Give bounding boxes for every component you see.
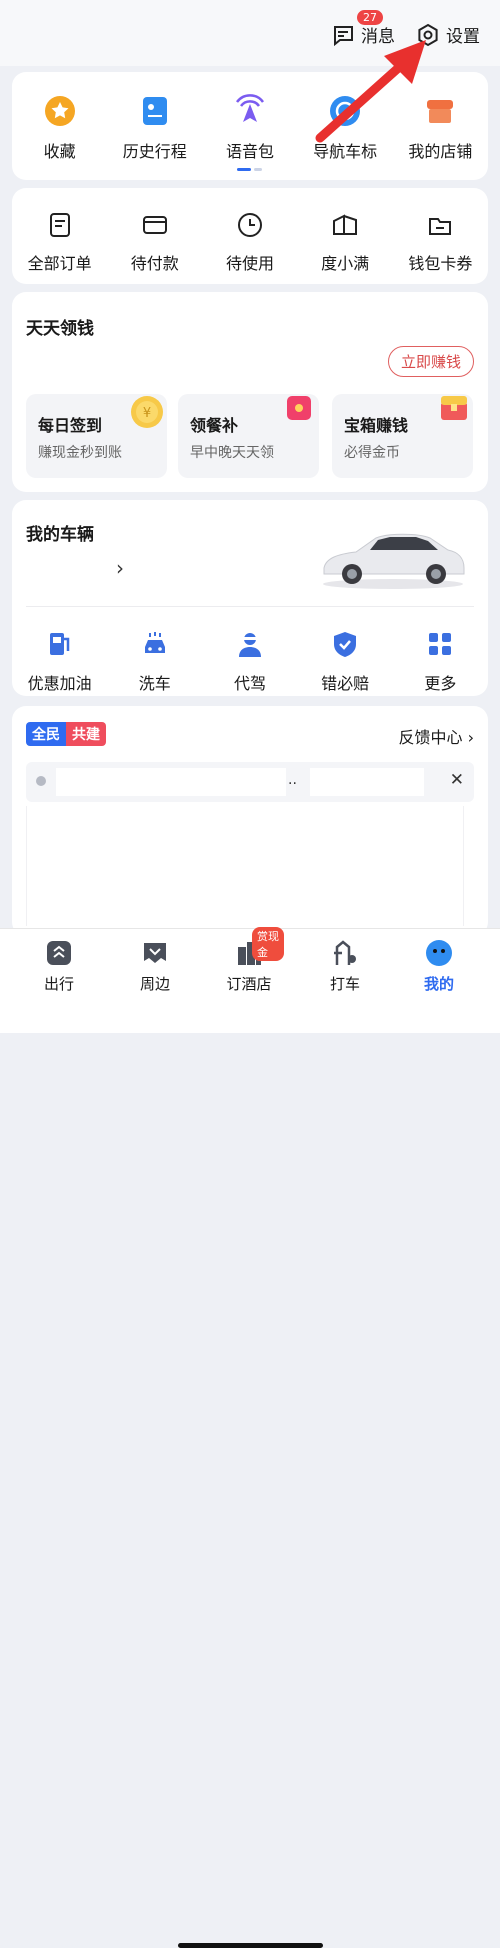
community-tag-left: 全民 [26, 722, 66, 746]
home-indicator [178, 1943, 323, 1948]
task-subtitle: 必得金币 [344, 445, 400, 461]
service-designated-driver[interactable]: 代驾 [202, 628, 297, 694]
vehicle-chevron-icon[interactable]: › [116, 556, 124, 580]
order-label: 待付款 [130, 254, 179, 273]
community-banner: .. ✕ [26, 762, 474, 802]
service-label: 更多 [424, 674, 457, 693]
tab-hotel[interactable]: 订酒店 赏现金 [214, 927, 284, 994]
service-car-wash[interactable]: 洗车 [107, 628, 202, 694]
service-compensation[interactable]: 错必赔 [298, 628, 393, 694]
annotation-arrow [315, 40, 426, 143]
task-meal-subsidy[interactable]: 领餐补 早中晚天天领 [178, 394, 319, 478]
coin-icon: ¥ [131, 396, 163, 428]
daily-earn-title: 天天领钱 [26, 319, 94, 339]
nearby-icon [144, 943, 166, 963]
task-subtitle: 早中晚天天领 [190, 445, 274, 461]
close-icon[interactable]: ✕ [450, 770, 464, 790]
grid-icon [429, 633, 452, 655]
order-duxiaoman[interactable]: 度小满 [298, 208, 393, 274]
order-pending-payment[interactable]: 待付款 [107, 208, 202, 274]
daily-earn-card: 天天领钱 立即赚钱 每日签到 赚现金秒到账 ¥ 领餐补 早中晚天天领 宝箱赚钱 … [12, 292, 488, 492]
order-all[interactable]: 全部订单 [12, 208, 107, 274]
task-daily-checkin[interactable]: 每日签到 赚现金秒到账 ¥ [26, 394, 167, 478]
vehicle-title: 我的车辆 [26, 525, 94, 545]
community-tag-right: 共建 [66, 722, 106, 746]
earn-now-button[interactable]: 立即赚钱 [387, 346, 474, 377]
task-title: 每日签到 [38, 416, 103, 435]
community-card: 全民 共建 反馈中心 › .. ✕ [12, 706, 488, 936]
tab-label: 我的 [423, 975, 454, 993]
shield-icon [334, 632, 357, 657]
order-label: 全部订单 [27, 254, 92, 273]
my-vehicle-card: 我的车辆 › 优惠加油 洗车 代驾 错必赔 更多 [12, 500, 488, 696]
banner-dots: .. [288, 772, 297, 788]
wallet-icon [333, 214, 358, 235]
svg-text:¥: ¥ [143, 406, 151, 421]
tab-label: 打车 [329, 975, 360, 993]
service-label: 代驾 [233, 674, 266, 693]
hotel-badge: 赏现金 [252, 927, 284, 961]
clock-icon [237, 213, 262, 237]
blurred-content [56, 768, 286, 796]
red-packet-icon [287, 396, 311, 420]
order-label: 钱包卡券 [408, 254, 473, 273]
fuel-icon [49, 633, 69, 655]
treasure-box-icon [441, 396, 467, 420]
task-treasure-box[interactable]: 宝箱赚钱 必得金币 [332, 394, 473, 478]
location-pin-icon [36, 776, 46, 786]
task-title: 领餐补 [190, 416, 239, 435]
card-icon [142, 216, 167, 234]
service-label: 优惠加油 [27, 674, 92, 693]
orders-card: 全部订单 待付款 待使用 度小满 钱包卡券 [12, 188, 488, 284]
travel-icon [47, 941, 71, 965]
taxi-icon [334, 940, 356, 965]
task-subtitle: 赚现金秒到账 [38, 445, 122, 461]
profile-icon [426, 940, 452, 966]
community-content [26, 806, 464, 926]
tab-label: 周边 [139, 975, 170, 993]
task-title: 宝箱赚钱 [344, 416, 409, 435]
tab-profile[interactable]: 我的 [404, 939, 474, 994]
order-wallet-coupons[interactable]: 钱包卡券 [393, 208, 488, 274]
order-to-use[interactable]: 待使用 [202, 208, 297, 274]
order-label: 待使用 [225, 254, 274, 273]
community-tag: 全民 共建 [26, 722, 106, 746]
tab-travel[interactable]: 出行 [24, 939, 94, 994]
tab-nearby[interactable]: 周边 [120, 939, 190, 994]
service-fuel[interactable]: 优惠加油 [12, 628, 107, 694]
driver-icon [238, 633, 261, 657]
service-more[interactable]: 更多 [393, 628, 488, 694]
tab-label: 出行 [43, 975, 74, 993]
purse-icon [429, 218, 452, 235]
bottom-tab-bar: 出行 周边 订酒店 赏现金 打车 我的 [0, 927, 500, 1948]
order-icon [49, 213, 70, 237]
car-image [323, 533, 465, 589]
blurred-content [310, 768, 424, 796]
tab-taxi[interactable]: 打车 [310, 939, 380, 994]
car-wash-icon [144, 632, 165, 653]
feedback-center-link[interactable]: 反馈中心 › [399, 724, 475, 748]
service-label: 洗车 [138, 674, 171, 693]
tab-label: 订酒店 [226, 975, 272, 993]
service-label: 错必赔 [321, 674, 370, 693]
order-label: 度小满 [321, 254, 370, 273]
